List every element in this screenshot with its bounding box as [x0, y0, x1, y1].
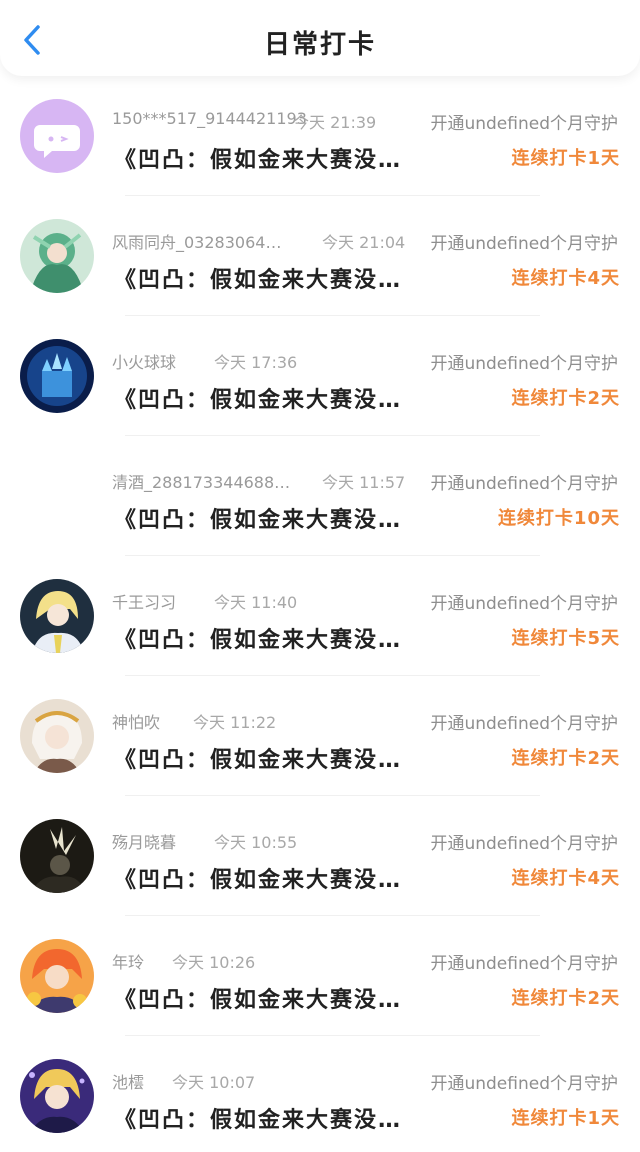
streak-text: 连续打卡10天: [497, 508, 620, 529]
guard-text: 开通undefined个月守护: [430, 234, 618, 254]
checkin-time: 今天 10:07: [172, 1073, 256, 1092]
blue-castle-avatar-icon: [20, 339, 94, 413]
avatar[interactable]: [20, 339, 94, 413]
checkin-time: 今天 10:26: [172, 953, 256, 972]
list-item[interactable]: 殇月晓暮 今天 10:55 开通undefined个月守护 《凹凸：假如金来大赛…: [0, 796, 640, 916]
dark-anime-avatar-icon: [20, 819, 94, 893]
checkin-time: 今天 21:39: [293, 113, 377, 132]
avatar[interactable]: [20, 1059, 94, 1133]
guard-text: 开通undefined个月守护: [430, 1074, 618, 1094]
checkin-time: 今天 11:57: [322, 473, 406, 492]
list-item[interactable]: 年玲 今天 10:26 开通undefined个月守护 《凹凸：假如金来大赛没……: [0, 916, 640, 1036]
message-text: 《凹凸：假如金来大赛没…: [114, 1108, 403, 1133]
list-item[interactable]: 风雨同舟_03283064… 今天 21:04 开通undefined个月守护 …: [0, 196, 640, 316]
list-item[interactable]: 神怕吹 今天 11:22 开通undefined个月守护 《凹凸：假如金来大赛没…: [0, 676, 640, 796]
guard-text: 开通undefined个月守护: [430, 834, 618, 854]
message-text: 《凹凸：假如金来大赛没…: [114, 628, 403, 653]
checkin-time: 今天 21:04: [322, 233, 406, 252]
message-text: 《凹凸：假如金来大赛没…: [114, 508, 403, 533]
user-name[interactable]: 神怕吹: [112, 709, 160, 733]
checkin-time: 今天 11:22: [193, 713, 277, 732]
user-name[interactable]: 小火球球: [112, 349, 176, 373]
green-anime-avatar-icon: [20, 219, 94, 293]
avatar[interactable]: [20, 579, 94, 653]
guard-text: 开通undefined个月守护: [430, 714, 618, 734]
streak-text: 连续打卡4天: [511, 868, 620, 889]
message-text: 《凹凸：假如金来大赛没…: [114, 748, 403, 773]
avatar[interactable]: [20, 219, 94, 293]
list-item[interactable]: 池橒 今天 10:07 开通undefined个月守护 《凹凸：假如金来大赛没……: [0, 1036, 640, 1152]
list-item[interactable]: 小火球球 今天 17:36 开通undefined个月守护 《凹凸：假如金来大赛…: [0, 316, 640, 436]
orange-anime-avatar-icon: [20, 939, 94, 1013]
blonde-anime-avatar-icon: [20, 579, 94, 653]
message-text: 《凹凸：假如金来大赛没…: [114, 148, 403, 173]
streak-text: 连续打卡2天: [511, 988, 620, 1009]
empty-avatar-icon: [20, 459, 94, 533]
message-text: 《凹凸：假如金来大赛没…: [114, 268, 403, 293]
checkin-time: 今天 10:55: [214, 833, 298, 852]
streak-text: 连续打卡1天: [511, 148, 620, 169]
page-title: 日常打卡: [263, 30, 376, 60]
avatar[interactable]: [20, 699, 94, 773]
message-text: 《凹凸：假如金来大赛没…: [114, 988, 403, 1013]
message-text: 《凹凸：假如金来大赛没…: [114, 388, 403, 413]
list-item[interactable]: 150***517_9144421193 今天 21:39 开通undefine…: [0, 76, 640, 196]
avatar[interactable]: [20, 459, 94, 533]
avatar[interactable]: [20, 99, 94, 173]
user-name[interactable]: 年玲: [112, 949, 144, 973]
user-name[interactable]: 风雨同舟_03283064…: [112, 229, 281, 253]
checkin-list: 150***517_9144421193 今天 21:39 开通undefine…: [0, 76, 640, 1152]
checkin-time: 今天 17:36: [214, 353, 298, 372]
avatar[interactable]: [20, 819, 94, 893]
user-name[interactable]: 池橒: [112, 1069, 144, 1093]
streak-text: 连续打卡2天: [511, 388, 620, 409]
user-name[interactable]: 清酒_288173344688…: [112, 469, 290, 493]
streak-text: 连续打卡5天: [511, 628, 620, 649]
message-text: 《凹凸：假如金来大赛没…: [114, 868, 403, 893]
top-nav-bar: 日常打卡: [0, 0, 640, 76]
list-item[interactable]: 千王习习 今天 11:40 开通undefined个月守护 《凹凸：假如金来大赛…: [0, 556, 640, 676]
avatar[interactable]: [20, 939, 94, 1013]
guard-text: 开通undefined个月守护: [430, 354, 618, 374]
checkin-time: 今天 11:40: [214, 593, 298, 612]
guard-text: 开通undefined个月守护: [430, 954, 618, 974]
default-chat-avatar-icon: [20, 99, 94, 173]
guard-text: 开通undefined个月守护: [430, 114, 618, 134]
purple-anime-avatar-icon: [20, 1059, 94, 1133]
white-hair-anime-avatar-icon: [20, 699, 94, 773]
user-name[interactable]: 千王习习: [112, 589, 176, 613]
guard-text: 开通undefined个月守护: [430, 594, 618, 614]
streak-text: 连续打卡2天: [511, 748, 620, 769]
guard-text: 开通undefined个月守护: [430, 474, 618, 494]
list-item[interactable]: 清酒_288173344688… 今天 11:57 开通undefined个月守…: [0, 436, 640, 556]
user-name[interactable]: 150***517_9144421193: [112, 109, 307, 128]
streak-text: 连续打卡4天: [511, 268, 620, 289]
streak-text: 连续打卡1天: [511, 1108, 620, 1129]
user-name[interactable]: 殇月晓暮: [112, 829, 176, 853]
